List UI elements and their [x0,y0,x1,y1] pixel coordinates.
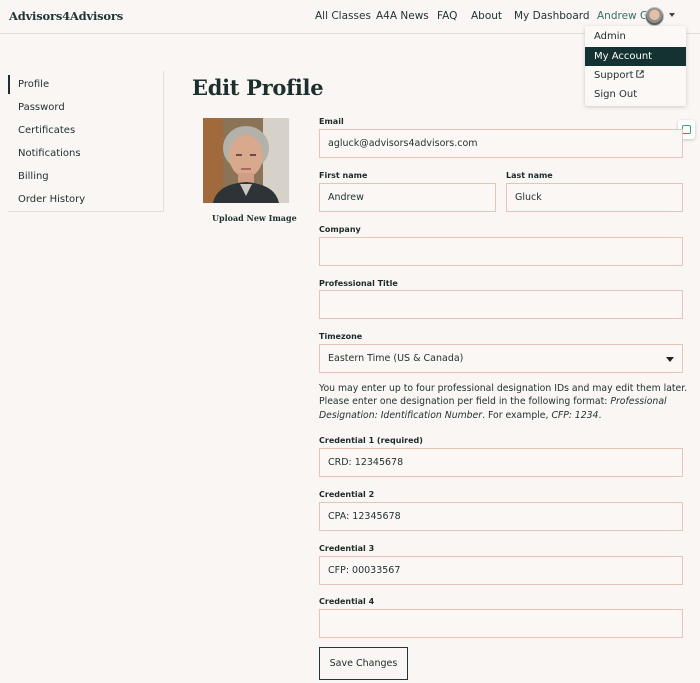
professional-title-label: Professional Title [319,279,398,288]
menu-item-admin[interactable]: Admin [585,27,686,46]
sidebar-item-notifications[interactable]: Notifications [18,148,81,159]
menu-item-label: My Account [594,51,653,62]
email-field[interactable]: agluck@advisors4advisors.com [319,129,683,158]
external-link-icon [635,70,644,78]
upload-image-link[interactable]: Upload New Image [212,213,297,223]
credential-2-field[interactable]: CPA: 12345678 [319,502,683,531]
dropdown-arrow-icon [666,357,674,362]
sidebar-item-billing[interactable]: Billing [18,171,49,182]
credential-3-label: Credential 3 [319,544,375,553]
user-menu-toggle[interactable]: Andrew G [597,10,648,22]
nav-faq[interactable]: FAQ [437,10,457,22]
menu-item-label: Admin [594,31,626,42]
email-label: Email [319,117,344,126]
menu-item-my-account[interactable]: My Account [585,47,686,66]
nav-my-dashboard[interactable]: My Dashboard [514,10,590,22]
last-name-field[interactable]: Gluck [506,183,683,212]
nav-all-classes[interactable]: All Classes [315,10,371,22]
credential-2-label: Credential 2 [319,490,375,499]
sidebar-item-order-history[interactable]: Order History [18,194,85,205]
designation-instructions: You may enter up to four professional de… [319,382,689,422]
page-title: Edit Profile [192,75,324,100]
user-dropdown-menu: Admin My Account Support Sign Out [585,26,686,106]
nav-about[interactable]: About [471,10,502,22]
menu-item-sign-out[interactable]: Sign Out [585,85,686,104]
info-line-2: Please enter one designation per field i… [319,396,611,408]
first-name-field[interactable]: Andrew [319,183,496,212]
timezone-selected-value: Eastern Time (US & Canada) [328,353,464,364]
credential-1-field[interactable]: CRD: 12345678 [319,448,683,477]
profile-photo [203,118,289,203]
sidebar-item-password[interactable]: Password [18,102,65,113]
timezone-label: Timezone [319,332,363,341]
menu-item-support[interactable]: Support [585,66,686,85]
timezone-select[interactable]: Eastern Time (US & Canada) [319,344,683,373]
save-changes-button[interactable]: Save Changes [319,647,408,680]
company-field[interactable] [319,237,683,266]
sidebar-item-profile[interactable]: Profile [18,79,49,90]
sidebar-item-certificates[interactable]: Certificates [18,125,75,136]
company-label: Company [319,225,361,234]
credential-1-label: Credential 1 (required) [319,436,423,445]
professional-title-field[interactable] [319,290,683,319]
info-period: . [598,409,602,421]
credential-3-field[interactable]: CFP: 00033567 [319,556,683,585]
first-name-label: First name [319,171,368,180]
nav-a4a-news[interactable]: A4A News [376,10,429,22]
credential-4-field[interactable] [319,609,683,638]
site-logo[interactable]: Advisors4Advisors [9,9,123,23]
active-indicator [8,75,10,94]
menu-item-label: Sign Out [594,89,638,100]
last-name-label: Last name [506,171,553,180]
account-side-menu: Profile Password Certificates Notificati… [8,71,164,212]
user-avatar-icon[interactable] [645,7,664,26]
chevron-down-icon[interactable] [669,13,675,17]
menu-item-label: Support [594,70,634,81]
info-cfp-example: CFP: 1234 [551,409,599,421]
info-line-1: You may enter up to four professional de… [319,383,688,394]
info-text: . For example, [482,409,552,421]
credential-4-label: Credential 4 [319,597,375,606]
